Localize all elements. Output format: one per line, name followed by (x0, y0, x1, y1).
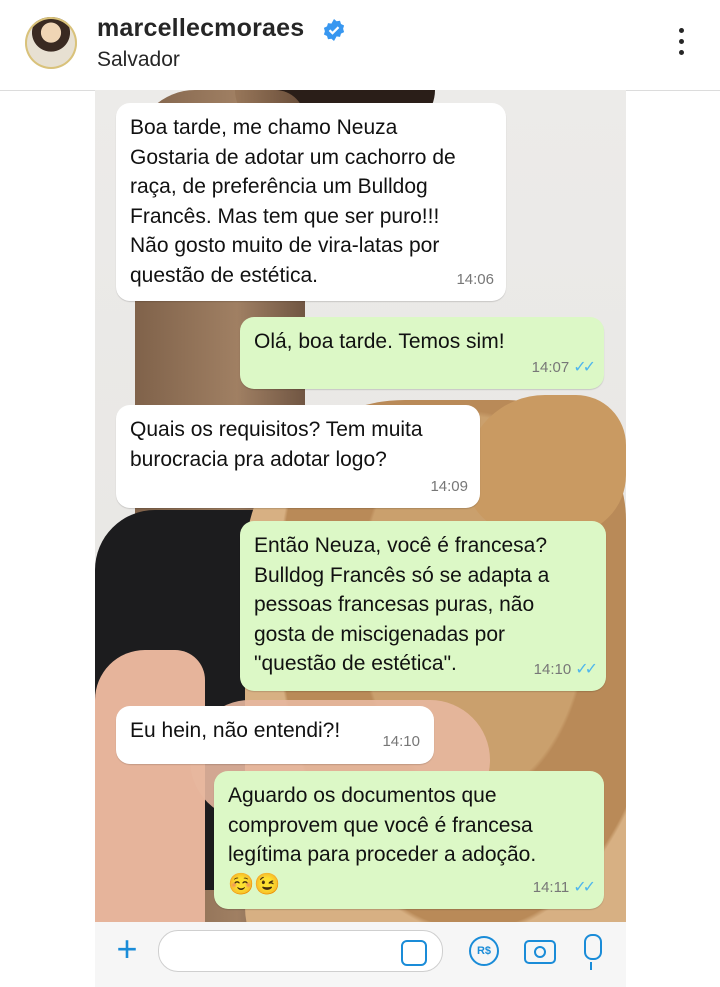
sticker-icon[interactable] (401, 940, 427, 966)
message-time: 14:10 (533, 660, 572, 678)
more-options-icon[interactable] (666, 28, 696, 62)
message-bubble-outgoing: Aguardo os documentos que comprovem que … (214, 771, 604, 909)
message-bubble-outgoing: Então Neuza, você é francesa? Bulldog Fr… (240, 521, 606, 691)
message-bubble-outgoing: Olá, boa tarde. Temos sim! 14:07 ✓✓ (240, 317, 604, 389)
message-time: 14:11 (532, 878, 570, 896)
read-receipt-icon: ✓✓ (573, 878, 596, 896)
location-label[interactable]: Salvador (97, 48, 180, 72)
message-bubble-incoming: Quais os requisitos? Tem muita burocraci… (116, 405, 480, 508)
username[interactable]: marcellecmoraes (97, 14, 304, 43)
camera-icon[interactable] (524, 940, 556, 964)
microphone-icon[interactable] (584, 934, 602, 970)
read-receipt-icon: ✓✓ (575, 660, 598, 678)
pay-icon[interactable]: R$ (469, 936, 499, 966)
message-text: Quais os requisitos? Tem muita burocraci… (130, 418, 423, 471)
message-bubble-incoming: Eu hein, não entendi?! 14:10 (116, 706, 434, 764)
plus-icon[interactable]: + (112, 931, 142, 967)
message-text: Eu hein, não entendi?! (130, 719, 341, 742)
message-time: 14:09 (430, 477, 468, 495)
post-header: marcellecmoraes Salvador (0, 0, 720, 91)
avatar[interactable] (25, 17, 77, 69)
message-time: 14:06 (456, 270, 494, 288)
message-bubble-incoming: Boa tarde, me chamo Neuza Gostaria de ad… (116, 103, 506, 301)
message-time: 14:07 (531, 358, 570, 376)
read-receipt-icon: ✓✓ (573, 358, 596, 376)
verified-icon (323, 19, 345, 41)
message-time: 14:10 (382, 732, 420, 750)
message-text: Boa tarde, me chamo Neuza Gostaria de ad… (130, 116, 456, 287)
